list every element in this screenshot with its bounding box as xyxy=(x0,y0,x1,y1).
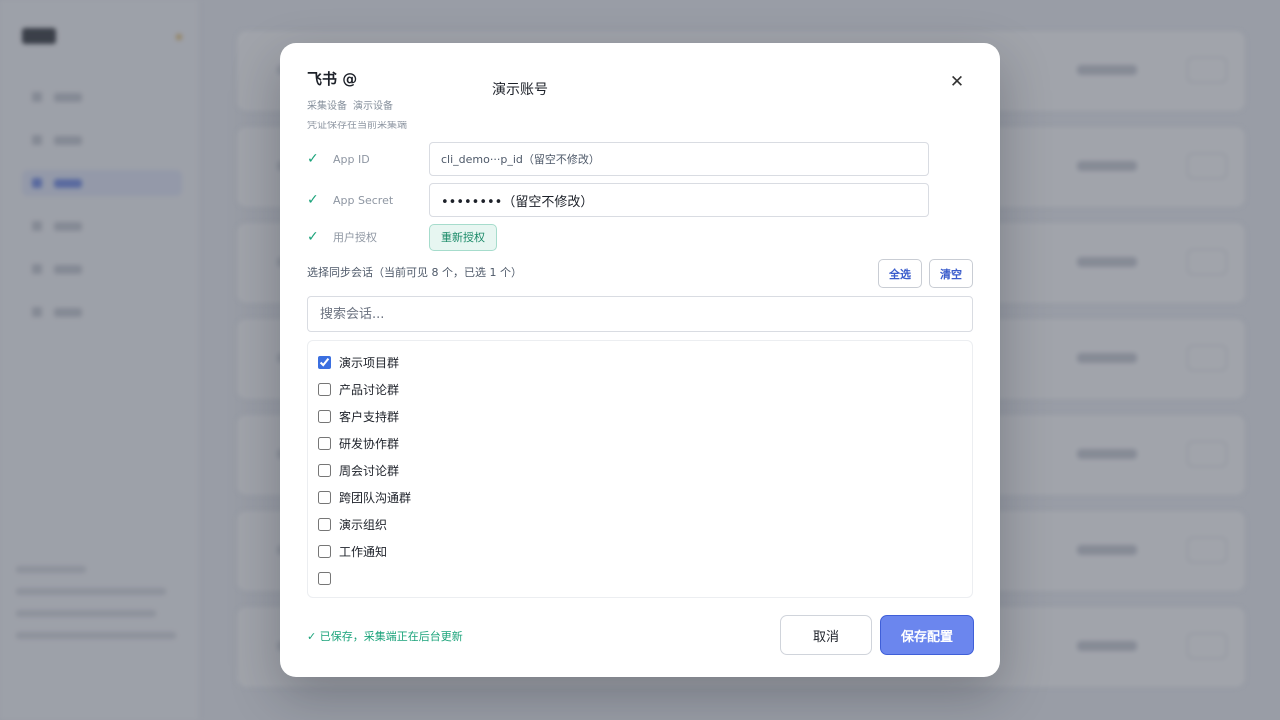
app-secret-row: ✓ App Secret ••••••••（留空不修改） xyxy=(307,183,929,217)
check-icon: ✓ xyxy=(307,229,319,245)
session-list[interactable]: 演示项目群产品讨论群客户支持群研发协作群周会讨论群跨团队沟通群 演示组织工作通知 xyxy=(307,340,973,598)
close-icon[interactable]: ✕ xyxy=(946,71,968,93)
saved-status: ✓ 已保存，采集端正在后台更新 xyxy=(307,630,463,643)
clear-button[interactable]: 清空 xyxy=(929,259,973,288)
session-item[interactable] xyxy=(318,592,972,597)
session-checkbox[interactable] xyxy=(318,572,331,585)
app-id-label: App ID xyxy=(333,152,370,166)
user-auth-label: 用户授权 xyxy=(333,231,377,244)
session-item[interactable]: 研发协作群 xyxy=(318,430,972,457)
session-checkbox[interactable] xyxy=(318,545,331,558)
app-secret-label: App Secret xyxy=(333,193,394,207)
select-all-button[interactable]: 全选 xyxy=(878,259,922,288)
session-checkbox[interactable] xyxy=(318,383,331,396)
session-item[interactable]: 演示组织 xyxy=(318,511,972,538)
session-item[interactable]: 工作通知 xyxy=(318,538,972,565)
check-icon: ✓ xyxy=(307,151,319,167)
reauthorize-button[interactable]: 重新授权 xyxy=(429,223,497,251)
session-checkbox[interactable] xyxy=(318,410,331,423)
session-label: 客户支持群 xyxy=(339,410,400,424)
modal-subtitle: 采集设备 演示设备 xyxy=(307,97,393,112)
session-checkbox[interactable] xyxy=(318,491,331,504)
credential-hint: 凭证保存在当前采集端 xyxy=(307,121,407,131)
app-secret-input[interactable]: ••••••••（留空不修改） xyxy=(429,183,929,217)
session-item[interactable]: 跨团队沟通群 xyxy=(318,484,972,511)
app-id-row: ✓ App ID cli_demo···p_id（留空不修改） xyxy=(307,142,929,176)
cancel-button[interactable]: 取消 xyxy=(780,615,872,655)
session-label: 周会讨论群 xyxy=(339,464,400,478)
session-label: 工作通知 xyxy=(339,545,388,559)
session-item[interactable]: 周会讨论群 xyxy=(318,457,972,484)
app-id-input[interactable]: cli_demo···p_id（留空不修改） xyxy=(429,142,929,176)
user-auth-row: ✓ 用户授权 重新授权 xyxy=(307,220,497,254)
session-checkbox[interactable] xyxy=(318,518,331,531)
check-icon: ✓ xyxy=(307,192,319,208)
session-search-input[interactable] xyxy=(307,296,973,332)
session-label: 跨团队沟通群 xyxy=(339,491,412,505)
save-config-button[interactable]: 保存配置 xyxy=(880,615,974,655)
device-name: 演示设备 xyxy=(353,101,393,112)
session-checkbox[interactable] xyxy=(318,464,331,477)
session-checkbox[interactable] xyxy=(318,356,331,369)
session-item[interactable]: 演示项目群 xyxy=(318,349,972,376)
device-label: 采集设备 xyxy=(307,101,347,112)
session-label: 研发协作群 xyxy=(339,437,400,451)
account-name: 演示账号 xyxy=(492,82,548,98)
session-checkbox[interactable] xyxy=(318,437,331,450)
session-label: 演示项目群 xyxy=(339,356,400,370)
session-select-title: 选择同步会话（当前可见 8 个，已选 1 个） xyxy=(307,266,522,279)
session-item[interactable]: 客户支持群 xyxy=(318,403,972,430)
modal-title: 飞书 @ xyxy=(307,70,358,88)
session-item[interactable]: 产品讨论群 xyxy=(318,376,972,403)
session-item[interactable] xyxy=(318,565,972,592)
session-label: 产品讨论群 xyxy=(339,383,400,397)
config-modal: 飞书 @ 演示账号 ✕ 采集设备 演示设备 凭证保存在当前采集端 ✓ App I… xyxy=(280,43,1000,677)
session-label: 演示组织 xyxy=(339,518,388,532)
